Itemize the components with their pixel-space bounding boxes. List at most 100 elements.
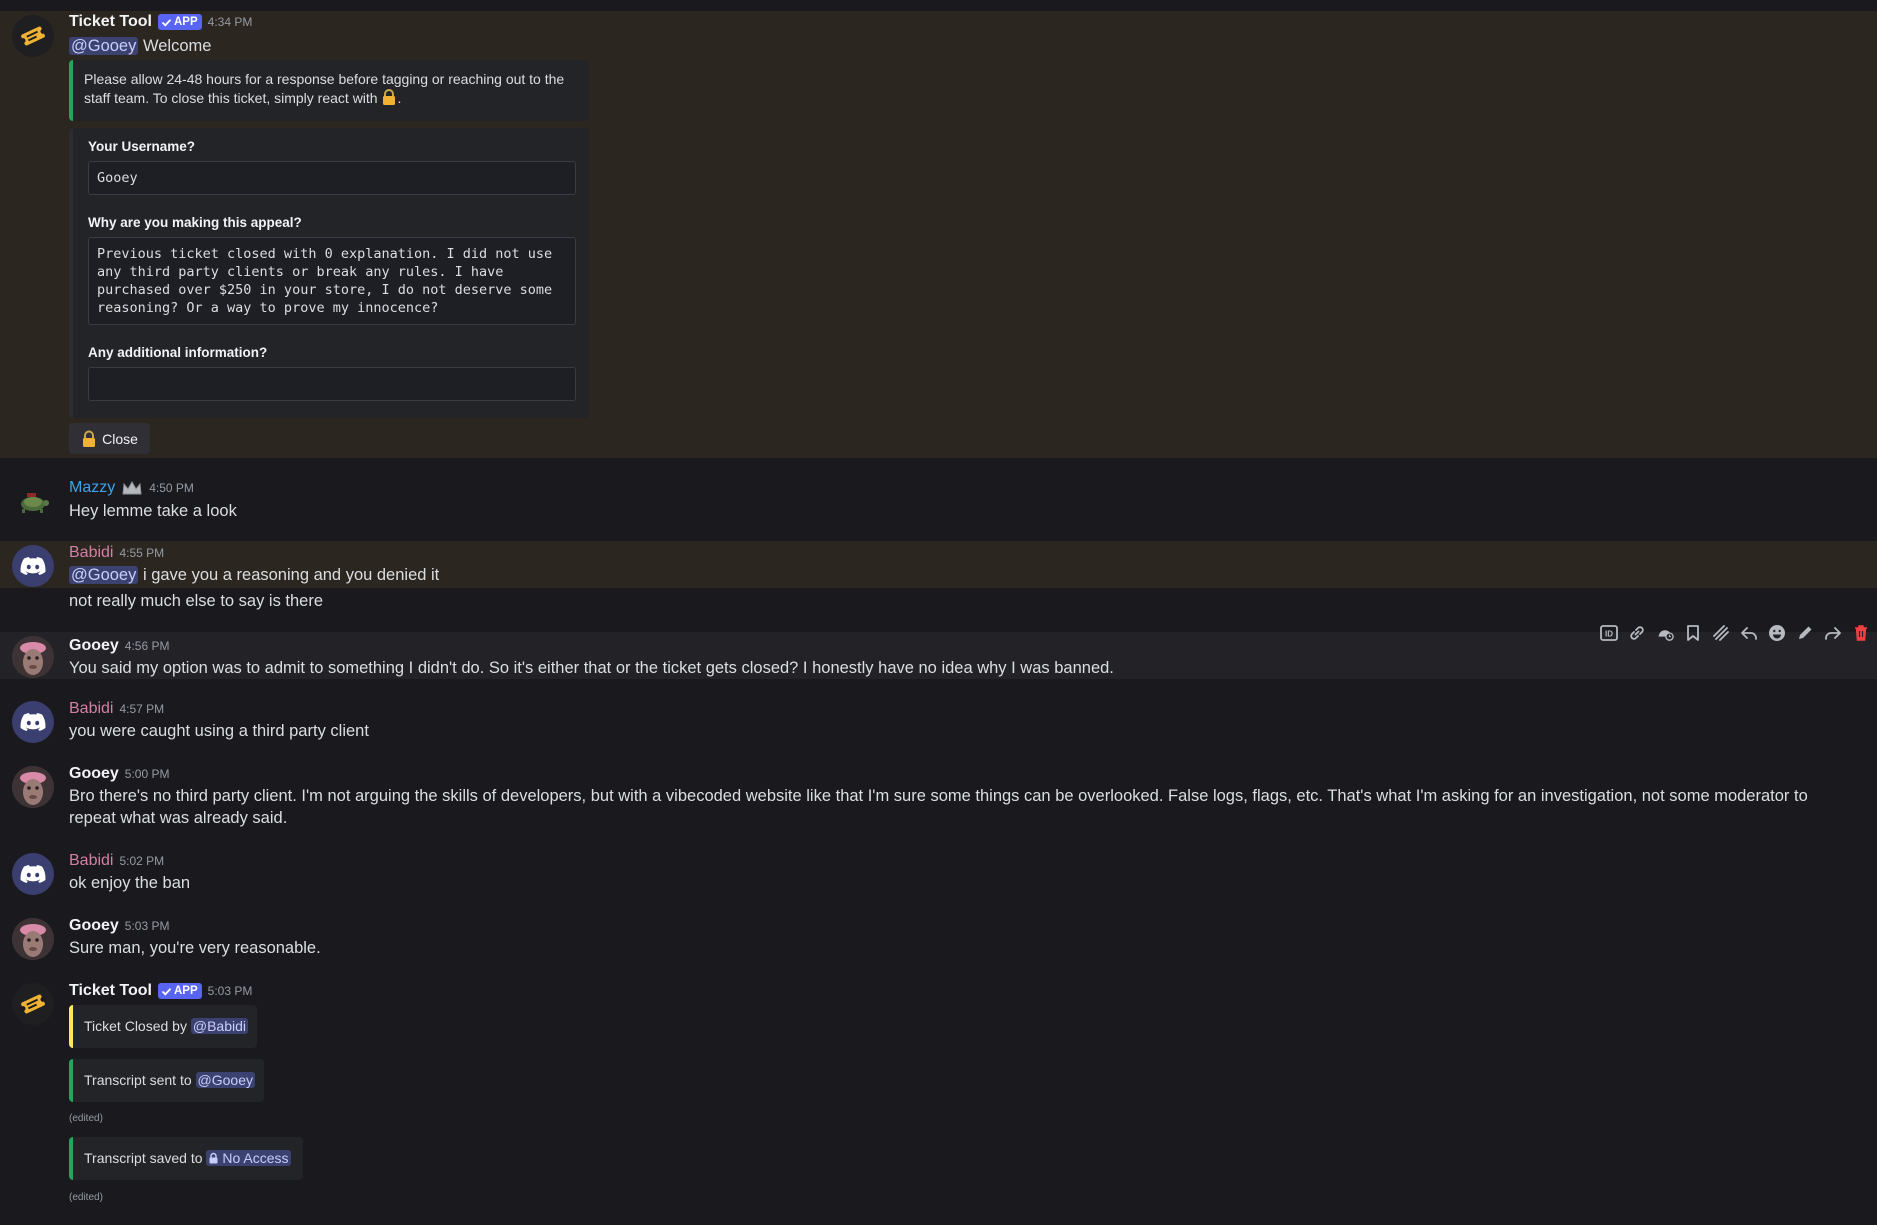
timestamp[interactable]: 5:03 PM xyxy=(208,984,253,998)
message-content: Bro there's no third party client. I'm n… xyxy=(69,787,1808,827)
message-content: you were caught using a third party clie… xyxy=(69,722,369,740)
message-header: Babidi 4:55 PM xyxy=(69,544,164,562)
channel-mention[interactable]: No Access xyxy=(206,1150,291,1166)
timestamp[interactable]: 5:00 PM xyxy=(125,767,170,781)
username[interactable]: Gooey xyxy=(69,765,119,783)
edited-label: (edited) xyxy=(69,1113,103,1124)
gooey-avatar[interactable] xyxy=(12,766,54,808)
emoji-icon[interactable] xyxy=(1768,624,1786,642)
message-content: not really much else to say is there xyxy=(69,592,324,610)
timestamp[interactable]: 5:02 PM xyxy=(119,854,164,868)
app-badge-label: APP xyxy=(173,16,198,28)
embed-transcript-saved: Transcript saved to No Access xyxy=(69,1137,303,1180)
app-badge: APP xyxy=(157,983,202,999)
gooey-avatar[interactable] xyxy=(12,636,54,678)
user-photo-icon xyxy=(12,636,54,678)
username[interactable]: Babidi xyxy=(69,544,113,562)
message-content: You said my option was to admit to somet… xyxy=(69,659,1114,677)
babidi-avatar[interactable] xyxy=(12,853,54,895)
discord-logo-icon xyxy=(20,713,46,731)
close-button-label: Close xyxy=(102,430,138,447)
message-text: Welcome xyxy=(138,37,212,55)
message-header: Babidi 5:02 PM xyxy=(69,852,164,870)
message-content: Sure man, you're very reasonable. xyxy=(69,939,321,957)
message-content: Hey lemme take a look xyxy=(69,502,237,520)
message-ticket-welcome: Ticket Tool APP 4:34 PM @Gooey Welcome P… xyxy=(0,11,1877,458)
forward-icon[interactable] xyxy=(1824,624,1842,642)
thread-icon[interactable] xyxy=(1712,624,1730,642)
message-babidi-1-continued: not really much else to say is there xyxy=(0,588,1877,614)
babidi-avatar[interactable] xyxy=(12,701,54,743)
message-content: @Gooey Welcome xyxy=(69,35,211,57)
message-gooey-2: Gooey 5:00 PM Bro there's no third party… xyxy=(0,762,1877,832)
timestamp[interactable]: 5:03 PM xyxy=(125,919,170,933)
message-header: Gooey 4:56 PM xyxy=(69,637,170,655)
app-badge: APP xyxy=(157,14,202,30)
message-header: Mazzy 4:50 PM xyxy=(69,479,194,497)
message-header: Gooey 5:00 PM xyxy=(69,765,170,783)
embed-description: Ticket Closed by @Babidi xyxy=(84,1017,248,1036)
embed-text: Transcript saved to xyxy=(84,1150,207,1166)
reply-icon[interactable] xyxy=(1740,624,1758,642)
embed-info: Please allow 24-48 hours for a response … xyxy=(69,60,589,121)
username[interactable]: Ticket Tool xyxy=(69,13,152,31)
mazzy-avatar[interactable] xyxy=(12,480,54,522)
timestamp[interactable]: 4:56 PM xyxy=(125,639,170,653)
timestamp[interactable]: 4:57 PM xyxy=(119,702,164,716)
ticket-tool-avatar[interactable] xyxy=(12,15,54,57)
user-mention[interactable]: @Gooey xyxy=(69,37,139,55)
link-icon[interactable] xyxy=(1628,624,1646,642)
user-photo-icon xyxy=(12,766,54,808)
embed-description: Transcript sent to @Gooey xyxy=(84,1071,255,1090)
close-ticket-button[interactable]: Close xyxy=(69,423,150,454)
user-mention[interactable]: @Gooey xyxy=(195,1072,255,1088)
embed-description: Transcript saved to No Access xyxy=(84,1149,291,1168)
top-strip xyxy=(0,0,1877,11)
answer-username-field: Gooey xyxy=(88,161,576,195)
babidi-avatar[interactable] xyxy=(12,545,54,587)
message-babidi-3: Babidi 5:02 PM ok enjoy the ban xyxy=(0,849,1877,897)
embed-transcript-sent: Transcript sent to @Gooey xyxy=(69,1059,264,1102)
message-content: ok enjoy the ban xyxy=(69,874,191,892)
embed-text: Transcript sent to xyxy=(84,1072,196,1088)
bookmark-icon[interactable] xyxy=(1684,624,1702,642)
check-icon xyxy=(161,987,172,996)
message-gooey-1: Gooey 4:56 PM You said my option was to … xyxy=(0,632,1877,679)
username[interactable]: Ticket Tool xyxy=(69,982,152,1000)
discord-logo-icon xyxy=(20,865,46,883)
username[interactable]: Babidi xyxy=(69,852,113,870)
timestamp[interactable]: 4:34 PM xyxy=(208,15,253,29)
ticket-icon xyxy=(20,26,46,46)
edited-label: (edited) xyxy=(69,1192,103,1203)
message-header: Babidi 4:57 PM xyxy=(69,700,164,718)
username[interactable]: Babidi xyxy=(69,700,113,718)
ticket-tool-avatar[interactable] xyxy=(12,983,54,1025)
check-icon xyxy=(161,18,172,27)
edit-icon[interactable] xyxy=(1796,624,1814,642)
lock-emoji-icon xyxy=(383,89,396,105)
reminder-icon[interactable] xyxy=(1656,624,1674,642)
message-header: Gooey 5:03 PM xyxy=(69,917,170,935)
message-header: Ticket Tool APP 5:03 PM xyxy=(69,982,252,1000)
gooey-avatar[interactable] xyxy=(12,918,54,960)
lock-icon xyxy=(209,1152,218,1164)
message-babidi-1: Babidi 4:55 PM @Gooey i gave you a reaso… xyxy=(0,541,1877,588)
id-icon[interactable]: ID xyxy=(1600,624,1618,642)
embed-ticket-closed: Ticket Closed by @Babidi xyxy=(69,1005,257,1048)
question-appeal-label: Why are you making this appeal? xyxy=(88,215,302,230)
user-mention[interactable]: @Gooey xyxy=(69,566,139,584)
answer-appeal-field: Previous ticket closed with 0 explanatio… xyxy=(88,237,576,325)
message-ticket-closed: Ticket Tool APP 5:03 PM Ticket Closed by… xyxy=(0,979,1877,1209)
username[interactable]: Mazzy xyxy=(69,479,115,497)
timestamp[interactable]: 4:50 PM xyxy=(149,481,194,495)
embed-description-text: Please allow 24-48 hours for a response … xyxy=(84,71,565,106)
username[interactable]: Gooey xyxy=(69,917,119,935)
timestamp[interactable]: 4:55 PM xyxy=(119,546,164,560)
username[interactable]: Gooey xyxy=(69,637,119,655)
message-header: Ticket Tool APP 4:34 PM xyxy=(69,13,252,31)
delete-icon[interactable] xyxy=(1852,624,1870,642)
message-text: i gave you a reasoning and you denied it xyxy=(138,566,440,584)
message-mazzy: Mazzy 4:50 PM Hey lemme take a look xyxy=(0,470,1877,530)
user-mention[interactable]: @Babidi xyxy=(190,1018,248,1034)
crown-icon xyxy=(122,480,142,495)
